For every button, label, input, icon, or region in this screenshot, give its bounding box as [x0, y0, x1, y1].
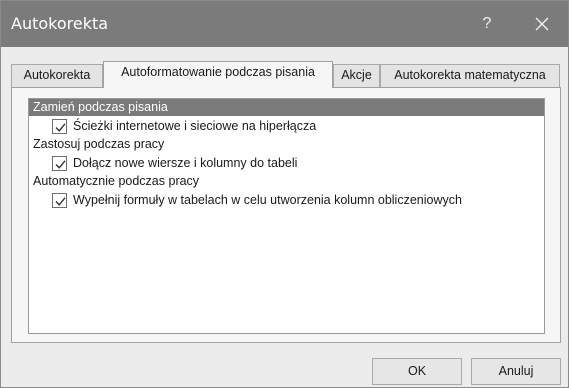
tab-panel: Zamień podczas pisania Ścieżki interneto… — [11, 87, 561, 343]
check-icon — [55, 159, 66, 169]
calculated-columns-checkbox[interactable] — [52, 192, 67, 208]
cancel-button[interactable]: Anuluj — [471, 358, 561, 385]
close-button[interactable] — [528, 10, 556, 38]
title-bar[interactable]: Autokorekta ? — [1, 1, 568, 47]
group-header-zamien[interactable]: Zamień podczas pisania — [29, 99, 544, 116]
tab-autoformatowanie[interactable]: Autoformatowanie podczas pisania — [103, 61, 333, 88]
tab-strip: Autokorekta Autoformatowanie podczas pis… — [11, 61, 561, 88]
close-icon — [535, 17, 549, 31]
tab-autokorekta[interactable]: Autokorekta — [11, 64, 103, 87]
option-label: Wypełnij formuły w tabelach w celu utwor… — [73, 193, 462, 207]
hyperlinks-checkbox[interactable] — [52, 118, 67, 134]
group-header-automatycznie[interactable]: Automatycznie podczas pracy — [29, 173, 544, 190]
tab-autokorekta-matematyczna[interactable]: Autokorekta matematyczna — [380, 64, 560, 87]
check-icon — [55, 196, 66, 206]
autocorrect-dialog: Autokorekta ? Autokorekta Autoformatowan… — [0, 0, 569, 388]
check-icon — [55, 122, 66, 132]
option-table-rows[interactable]: Dołącz nowe wiersze i kolumny do tabeli — [29, 153, 544, 173]
table-rows-checkbox[interactable] — [52, 155, 67, 171]
help-button[interactable]: ? — [475, 10, 499, 38]
window-title: Autokorekta — [11, 14, 109, 33]
option-label: Ścieżki internetowe i sieciowe na hiperł… — [73, 119, 317, 133]
option-label: Dołącz nowe wiersze i kolumny do tabeli — [73, 156, 298, 170]
tab-akcje[interactable]: Akcje — [333, 64, 380, 87]
group-header-zastosuj[interactable]: Zastosuj podczas pracy — [29, 136, 544, 153]
options-list[interactable]: Zamień podczas pisania Ścieżki interneto… — [28, 98, 545, 334]
option-calculated-columns[interactable]: Wypełnij formuły w tabelach w celu utwor… — [29, 190, 544, 210]
option-hyperlinks[interactable]: Ścieżki internetowe i sieciowe na hiperł… — [29, 116, 544, 136]
ok-button[interactable]: OK — [372, 358, 462, 385]
